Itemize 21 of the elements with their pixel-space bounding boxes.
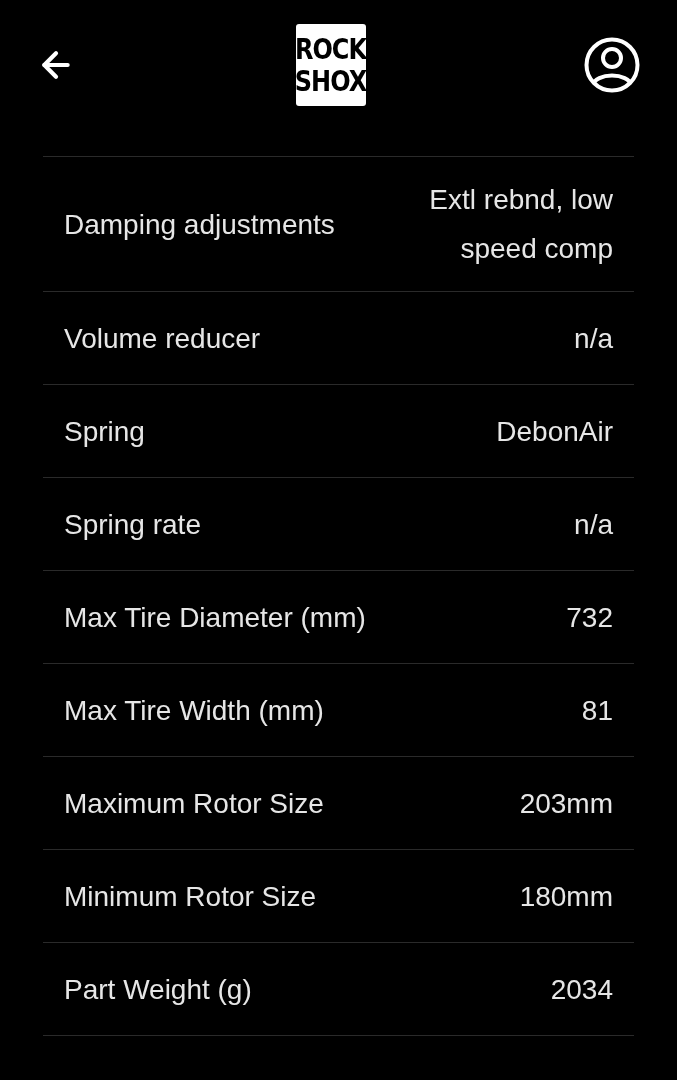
spec-label: Minimum Rotor Size (64, 879, 317, 914)
spec-value: 203mm (519, 786, 613, 821)
account-button[interactable] (583, 36, 641, 94)
spec-value: 732 (566, 600, 613, 635)
spec-value: n/a (574, 321, 613, 356)
spec-label: Part Weight (g) (64, 972, 252, 1007)
spec-label: Spring (64, 414, 145, 449)
user-avatar-icon (583, 36, 641, 94)
spec-value: 2034 (550, 972, 613, 1007)
spec-label: Max Tire Width (mm) (64, 693, 324, 728)
spec-value: Extl rebnd, low speed comp (428, 183, 613, 266)
spec-label: Volume reducer (64, 321, 261, 356)
spec-value: 180mm (519, 879, 613, 914)
logo: ROCK SHOX (295, 24, 366, 106)
spec-label: Max Tire Diameter (mm) (64, 600, 366, 635)
spec-label: Maximum Rotor Size (64, 786, 324, 821)
spec-label: Damping adjustments (64, 207, 335, 242)
spec-value: 81 (581, 693, 613, 728)
spec-value: n/a (574, 507, 613, 542)
spec-value: DebonAir (496, 414, 613, 449)
spec-label: Spring rate (64, 507, 201, 542)
